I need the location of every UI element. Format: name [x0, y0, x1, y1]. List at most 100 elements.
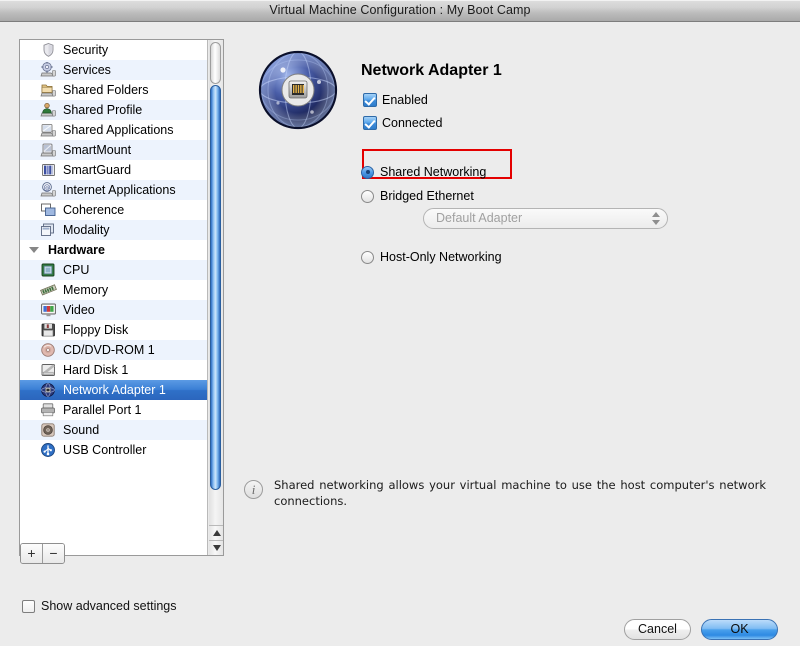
sidebar-item-label: SmartMount: [63, 143, 132, 157]
sidebar-item-internet-applications[interactable]: @ Internet Applications: [20, 180, 208, 200]
scrollbar-up-arrow[interactable]: [209, 525, 223, 540]
scrollbar-thumb-upper[interactable]: [210, 42, 221, 84]
host-only-networking-radio-row[interactable]: Host-Only Networking: [361, 250, 502, 264]
scrollbar-thumb[interactable]: [210, 85, 221, 490]
smartguard-icon: [40, 162, 57, 178]
network-adapter-panel: Network Adapter 1 Enabled Connected Shar…: [238, 22, 798, 646]
sidebar-item-label: Hardware: [48, 243, 105, 257]
memory-icon: [40, 282, 57, 298]
scrollbar-down-arrow[interactable]: [209, 540, 223, 555]
adapter-popup-button[interactable]: Default Adapter: [423, 208, 668, 229]
show-advanced-settings-row[interactable]: Show advanced settings: [22, 599, 177, 613]
enabled-checkbox[interactable]: [363, 93, 377, 107]
sidebar-item-label: USB Controller: [63, 443, 147, 457]
connected-checkbox[interactable]: [363, 116, 377, 130]
shared-networking-label: Shared Networking: [380, 165, 487, 179]
sidebar-item-floppy-disk[interactable]: Floppy Disk: [20, 320, 208, 340]
sidebar-item-shared-folders[interactable]: Shared Folders: [20, 80, 208, 100]
sidebar-item-label: Shared Folders: [63, 83, 149, 97]
sidebar-group-hardware[interactable]: Hardware: [20, 240, 208, 260]
shared-profile-icon: [40, 102, 57, 118]
sidebar-item-label: Sound: [63, 423, 100, 437]
cancel-button[interactable]: Cancel: [624, 619, 691, 640]
connected-label: Connected: [382, 116, 443, 130]
enabled-checkbox-row[interactable]: Enabled: [363, 93, 428, 107]
sidebar-item-shared-profile[interactable]: Shared Profile: [20, 100, 208, 120]
sidebar-item-label: CD/DVD-ROM 1: [63, 343, 155, 357]
sidebar-item-label: Hard Disk 1: [63, 363, 129, 377]
sidebar-item-label: Internet Applications: [63, 183, 176, 197]
sidebar-item-label: Shared Profile: [63, 103, 143, 117]
adapter-title: Network Adapter 1: [361, 62, 502, 79]
sidebar-item-hard-disk-1[interactable]: Hard Disk 1: [20, 360, 208, 380]
sidebar-item-label: Network Adapter 1: [63, 383, 166, 397]
settings-list-scrollbar[interactable]: [207, 40, 223, 555]
settings-list[interactable]: Security Services Shared Folders Shared Pro…: [19, 39, 224, 556]
sidebar-item-usb-controller[interactable]: USB Controller: [20, 440, 208, 460]
bridged-ethernet-radio[interactable]: [361, 189, 374, 203]
cd-dvd-rom-icon: [40, 342, 57, 358]
sidebar-item-memory[interactable]: Memory: [20, 280, 208, 300]
show-advanced-settings-label: Show advanced settings: [41, 599, 177, 613]
sidebar-item-parallel-port-1[interactable]: Parallel Port 1: [20, 400, 208, 420]
network-adapter-icon: [40, 382, 57, 398]
shared-networking-radio[interactable]: [361, 165, 374, 179]
add-device-button[interactable]: +: [21, 544, 42, 563]
sidebar-item-smartmount[interactable]: SmartMount: [20, 140, 208, 160]
sidebar-item-network-adapter-1[interactable]: Network Adapter 1: [20, 380, 208, 400]
sidebar-item-sound[interactable]: Sound: [20, 420, 208, 440]
shared-applications-icon: [40, 122, 57, 138]
sidebar-item-services[interactable]: Services: [20, 60, 208, 80]
sound-icon: [40, 422, 57, 438]
connected-checkbox-row[interactable]: Connected: [363, 116, 442, 130]
parallel-port-icon: [40, 402, 57, 418]
sidebar-item-label: Shared Applications: [63, 123, 174, 137]
info-text: Shared networking allows your virtual ma…: [274, 478, 766, 508]
disclosure-triangle-icon: [26, 242, 42, 258]
sidebar-item-label: Memory: [63, 283, 109, 297]
info-icon: i: [244, 480, 263, 499]
hard-disk-icon: [40, 362, 57, 378]
bridged-ethernet-radio-row[interactable]: Bridged Ethernet: [361, 189, 474, 203]
sidebar-item-cpu[interactable]: CPU: [20, 260, 208, 280]
sidebar-item-label: Floppy Disk: [63, 323, 129, 337]
sidebar-item-label: Services: [63, 63, 111, 77]
video-icon: [40, 302, 57, 318]
internet-applications-icon: @: [40, 182, 57, 198]
smartmount-icon: [40, 142, 57, 158]
coherence-icon: [40, 202, 57, 218]
sidebar-item-label: Modality: [63, 223, 110, 237]
shared-networking-radio-row[interactable]: Shared Networking: [361, 165, 486, 179]
remove-device-button[interactable]: −: [42, 544, 64, 563]
sidebar-item-label: CPU: [63, 263, 90, 277]
sidebar-item-smartguard[interactable]: SmartGuard: [20, 160, 208, 180]
sidebar-item-label: Security: [63, 43, 109, 57]
host-only-networking-radio[interactable]: [361, 250, 374, 264]
ok-button[interactable]: OK: [701, 619, 778, 640]
sidebar-item-cd-dvd-rom-1[interactable]: CD/DVD-ROM 1: [20, 340, 208, 360]
sidebar-item-video[interactable]: Video: [20, 300, 208, 320]
window-title: Virtual Machine Configuration : My Boot …: [269, 3, 531, 17]
shared-folders-icon: [40, 82, 57, 98]
sidebar-item-label: SmartGuard: [63, 163, 132, 177]
services-gear-icon: [40, 62, 57, 78]
host-only-networking-label: Host-Only Networking: [380, 250, 502, 264]
enabled-label: Enabled: [382, 93, 428, 107]
vm-configuration-window: Virtual Machine Configuration : My Boot …: [0, 0, 800, 646]
sidebar-item-shared-applications[interactable]: Shared Applications: [20, 120, 208, 140]
sidebar-item-label: Coherence: [63, 203, 125, 217]
sidebar-item-security[interactable]: Security: [20, 40, 208, 60]
modality-icon: [40, 222, 57, 238]
adapter-popup-stepper-icon[interactable]: [649, 211, 662, 226]
sidebar-item-label: Video: [63, 303, 95, 317]
network-adapter-large-icon: [256, 48, 340, 132]
cpu-icon: [40, 262, 57, 278]
add-remove-device-buttons[interactable]: + −: [20, 543, 65, 564]
title-bar[interactable]: Virtual Machine Configuration : My Boot …: [0, 0, 800, 22]
sidebar-item-modality[interactable]: Modality: [20, 220, 208, 240]
show-advanced-settings-checkbox[interactable]: [22, 599, 35, 613]
sidebar-item-coherence[interactable]: Coherence: [20, 200, 208, 220]
shield-icon: [40, 42, 57, 58]
floppy-disk-icon: [40, 322, 57, 338]
svg-text:@: @: [44, 184, 51, 192]
